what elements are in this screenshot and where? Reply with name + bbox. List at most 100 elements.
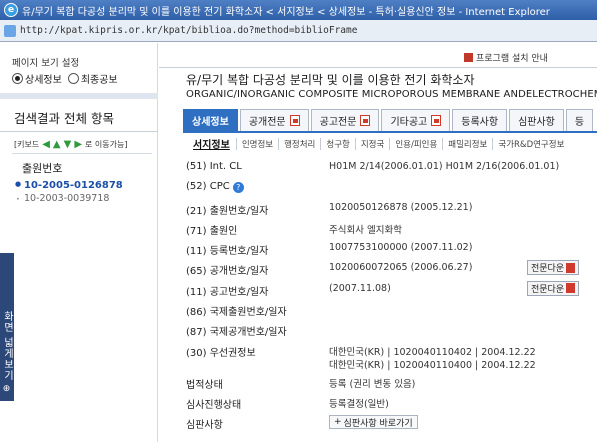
pdf-icon	[464, 53, 473, 62]
row-value: 주식회사 엘지화학	[329, 224, 402, 236]
full-text-download-button[interactable]: 전문다운	[527, 280, 580, 296]
row-value: (2007.11.08)	[329, 282, 391, 294]
row-priority: (30) 우선권정보 대한민국(KR) | 1020040110402 | 20…	[186, 341, 597, 373]
row-value: 대한민국(KR) | 1020040110400 | 2004.12.22	[329, 359, 536, 371]
left-panel: 페이지 보기 설정 상세정보 최종공보 검색결과 전체 항목 [키보드 ◀ ▲ …	[0, 43, 158, 442]
row-reg-number: (11) 등록번호/일자 1007753100000 (2007.11.02)	[186, 239, 597, 259]
address-bar[interactable]: http://kpat.kipris.or.kr/kpat/biblioa.do…	[0, 20, 597, 42]
arrow-up-icon: ▲	[52, 139, 61, 150]
row-value: 1020050126878 (2005.12.21)	[329, 201, 473, 213]
row-label: 법적상태	[186, 379, 223, 391]
tab-publication-full[interactable]: 공개전문	[239, 109, 309, 131]
button-label: 심판사항 바로가기	[343, 418, 413, 429]
row-applicant: (71) 출원인 주식회사 엘지화학	[186, 219, 597, 239]
row-ann-number: (11) 공고번호/일자 (2007.11.08) 전문다운	[186, 280, 597, 300]
row-app-number: (21) 출원번호/일자 1020050126878 (2005.12.21)	[186, 199, 597, 219]
keyboard-nav-text: 로 이동가능]	[85, 140, 128, 149]
pdf-icon	[360, 115, 371, 126]
row-label: (52) CPC?	[186, 181, 244, 194]
row-label: (11) 공고번호/일자	[186, 286, 269, 298]
radio-final-label: 최종공보	[80, 75, 118, 86]
subtab-citations[interactable]: 인용/피인용	[389, 137, 442, 150]
full-text-download-button[interactable]: 전문다운	[527, 260, 580, 276]
subtab-rnd-info[interactable]: 국가R&D연구정보	[492, 137, 569, 150]
row-intl-app: (86) 국제출원번호/일자	[186, 300, 597, 320]
row-label: 심사진행상태	[186, 399, 242, 411]
url-text[interactable]: http://kpat.kipris.or.kr/kpat/biblioa.do…	[20, 25, 357, 36]
app-number-item-selected[interactable]: 10-2005-0126878	[15, 180, 123, 191]
arrow-right-icon: ▶	[74, 139, 83, 150]
radio-selected-icon[interactable]	[12, 73, 23, 84]
tab-underline	[183, 131, 597, 133]
arrow-down-icon: ▼	[63, 139, 72, 150]
app-number-heading: 출원번호	[22, 162, 63, 175]
main-divider	[159, 67, 597, 68]
row-value: 1020060072065 (2006.06.27)	[329, 262, 473, 274]
help-icon[interactable]: ?	[232, 182, 244, 194]
row-trial: 심판사항 + 심판사항 바로가기	[186, 413, 597, 433]
tab-label: 공고전문	[319, 117, 357, 128]
row-label: (51) Int. CL	[186, 161, 242, 172]
tab-other-announcement[interactable]: 기타공고	[381, 109, 451, 131]
expand-view-label: 화면 넓게보기	[1, 311, 13, 382]
tab-label: 심판사항	[518, 117, 555, 128]
row-value: 대한민국(KR) | 1020040110402 | 2004.12.22	[329, 346, 536, 358]
install-guide-link[interactable]: 프로그램 설치 안내	[464, 51, 548, 64]
bibliographic-rows: (51) Int. CL H01M 2/14(2006.01.01) H01M …	[186, 158, 597, 434]
row-cpc: (52) CPC?	[186, 178, 597, 198]
pdf-icon	[566, 262, 576, 273]
window-title: 유/무기 복합 다공성 분리막 및 이를 이용한 전기 화학소자 < 서지정보 …	[22, 6, 550, 18]
tab-trial[interactable]: 심판사항	[509, 109, 564, 131]
subtab-family[interactable]: 패밀리정보	[442, 137, 492, 150]
row-intl-pub: (87) 국제공개번호/일자	[186, 320, 597, 340]
subtab-persons[interactable]: 인명정보	[235, 137, 278, 150]
trial-shortcut-button[interactable]: + 심판사항 바로가기	[329, 415, 418, 430]
row-label: (65) 공개번호/일자	[186, 266, 269, 278]
tab-label: 상세정보	[192, 117, 229, 128]
subtab-designated-countries[interactable]: 지정국	[354, 137, 389, 150]
subtab-claims[interactable]: 청구항	[320, 137, 354, 150]
left-divider	[0, 93, 158, 99]
row-value: 1007753100000 (2007.11.02)	[329, 242, 473, 254]
left-divider	[12, 153, 152, 154]
patent-title-korean: 유/무기 복합 다공성 분리막 및 이를 이용한 전기 화학소자	[186, 73, 475, 87]
tab-label: 등록사항	[461, 117, 499, 128]
button-label: 전문다운	[531, 264, 565, 275]
row-value: 등록결정(일반)	[329, 398, 389, 410]
window-titlebar: e 유/무기 복합 다공성 분리막 및 이를 이용한 전기 화학소자 < 서지정…	[0, 0, 597, 20]
top-links: 프로그램 설치 안내	[159, 51, 597, 65]
row-value: H01M 2/14(2006.01.01) H01M 2/16(2006.01.…	[329, 161, 560, 172]
app-number-item[interactable]: 10-2003-0039718	[16, 192, 109, 206]
tab-more[interactable]: 등	[565, 109, 594, 131]
keyboard-label: [키보드	[14, 140, 40, 149]
results-title: 검색결과 전체 항목	[14, 111, 114, 126]
tab-label: 등	[574, 117, 585, 128]
expand-view-tab[interactable]: 화면 넓게보기 ⊕	[0, 253, 14, 401]
row-label: (30) 우선권정보	[186, 347, 256, 359]
radio-unselected-icon[interactable]	[67, 73, 79, 84]
plus-icon: +	[334, 417, 342, 428]
row-exam-status: 심사진행상태 등록결정(일반)	[186, 393, 597, 413]
plus-icon: ⊕	[2, 384, 12, 395]
subtab-bibliographic[interactable]: 서지정보	[193, 136, 236, 151]
install-guide-label: 프로그램 설치 안내	[476, 54, 548, 64]
row-label: 심판사항	[186, 420, 223, 432]
keyboard-hint: [키보드 ◀ ▲ ▼ ▶ 로 이동가능]	[14, 139, 127, 150]
subtab-admin[interactable]: 행정처리	[278, 137, 320, 150]
view-radio-group: 상세정보 최종공보	[12, 71, 118, 86]
main-panel: 프로그램 설치 안내 유/무기 복합 다공성 분리막 및 이를 이용한 전기 화…	[159, 43, 597, 442]
left-divider	[0, 131, 158, 132]
tab-registration[interactable]: 등록사항	[452, 109, 508, 131]
row-label: (21) 출원번호/일자	[186, 205, 269, 217]
tab-announcement-full[interactable]: 공고전문	[310, 109, 380, 131]
row-pub-number: (65) 공개번호/일자 1020060072065 (2006.06.27) …	[186, 259, 597, 279]
radio-detail-view[interactable]: 상세정보	[12, 71, 62, 86]
sub-tabs: 서지정보 인명정보 행정처리 청구항 지정국 인용/피인용 패밀리정보 국가R&…	[193, 136, 569, 151]
tab-detail-info[interactable]: 상세정보	[183, 109, 238, 131]
button-label: 전문다운	[531, 284, 565, 295]
pdf-icon	[289, 115, 300, 126]
radio-final-view[interactable]: 최종공보	[67, 71, 118, 86]
row-label: (86) 국제출원번호/일자	[186, 307, 287, 319]
patent-title-english: ORGANIC/INORGANIC COMPOSITE MICROPOROUS …	[186, 89, 597, 100]
pdf-icon	[566, 283, 576, 294]
